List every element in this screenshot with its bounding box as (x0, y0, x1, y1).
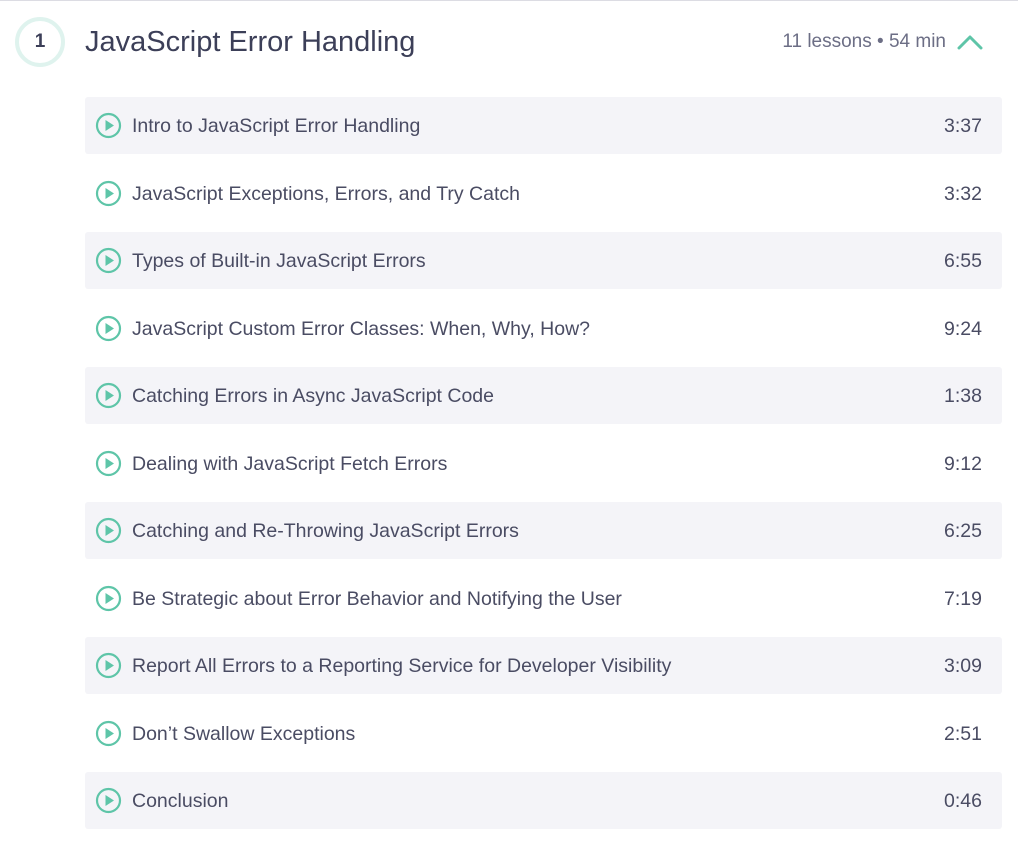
section-number-badge: 1 (15, 17, 65, 67)
lesson-duration: 3:09 (944, 655, 982, 677)
play-circle-icon[interactable] (95, 112, 122, 139)
lesson-title[interactable]: JavaScript Exceptions, Errors, and Try C… (132, 181, 520, 207)
lesson-duration: 3:37 (944, 115, 982, 137)
lesson-title[interactable]: Catching and Re-Throwing JavaScript Erro… (132, 518, 519, 544)
lesson-row-7[interactable]: Catching and Re-Throwing JavaScript Erro… (85, 502, 1002, 559)
lesson-title[interactable]: Don’t Swallow Exceptions (132, 721, 355, 747)
lesson-row-4[interactable]: JavaScript Custom Error Classes: When, W… (85, 300, 1002, 357)
lesson-title[interactable]: Be Strategic about Error Behavior and No… (132, 586, 622, 612)
lesson-duration: 2:51 (944, 722, 982, 745)
lesson-title[interactable]: Report All Errors to a Reporting Service… (132, 653, 671, 679)
chevron-up-icon (957, 35, 983, 50)
lesson-title[interactable]: Intro to JavaScript Error Handling (132, 113, 420, 139)
lesson-row-5[interactable]: Catching Errors in Async JavaScript Code… (85, 367, 1002, 424)
play-circle-icon[interactable] (95, 247, 122, 274)
play-circle-icon[interactable] (95, 180, 122, 207)
play-circle-icon[interactable] (95, 315, 122, 342)
section-title: JavaScript Error Handling (85, 26, 416, 58)
lesson-duration: 1:38 (944, 385, 982, 407)
lesson-duration: 0:46 (944, 790, 982, 812)
lesson-duration: 3:32 (944, 182, 982, 205)
lesson-row-3[interactable]: Types of Built-in JavaScript Errors 6:55 (85, 232, 1002, 289)
lesson-row-9[interactable]: Report All Errors to a Reporting Service… (85, 637, 1002, 694)
lesson-duration: 9:12 (944, 452, 982, 475)
lesson-title[interactable]: Types of Built-in JavaScript Errors (132, 248, 426, 274)
lesson-duration: 6:55 (944, 250, 982, 272)
lesson-title[interactable]: Conclusion (132, 788, 228, 814)
lesson-title[interactable]: JavaScript Custom Error Classes: When, W… (132, 316, 590, 342)
lesson-duration: 9:24 (944, 317, 982, 340)
play-circle-icon[interactable] (95, 382, 122, 409)
play-circle-icon[interactable] (95, 720, 122, 747)
section-meta: 11 lessons • 54 min (782, 31, 946, 52)
play-circle-icon[interactable] (95, 517, 122, 544)
play-circle-icon[interactable] (95, 787, 122, 814)
lesson-row-8[interactable]: Be Strategic about Error Behavior and No… (85, 570, 1002, 627)
collapse-toggle-button[interactable] (955, 28, 985, 56)
lesson-row-10[interactable]: Don’t Swallow Exceptions 2:51 (85, 705, 1002, 762)
play-circle-icon[interactable] (95, 652, 122, 679)
lesson-list: Intro to JavaScript Error Handling 3:37 … (85, 97, 1002, 840)
section-header[interactable]: 1 JavaScript Error Handling 11 lessons •… (0, 0, 1018, 86)
lesson-title[interactable]: Dealing with JavaScript Fetch Errors (132, 451, 447, 477)
play-circle-icon[interactable] (95, 585, 122, 612)
lesson-title[interactable]: Catching Errors in Async JavaScript Code (132, 383, 494, 409)
play-circle-icon[interactable] (95, 450, 122, 477)
lesson-duration: 7:19 (944, 587, 982, 610)
lesson-duration: 6:25 (944, 520, 982, 542)
lesson-row-11[interactable]: Conclusion 0:46 (85, 772, 1002, 829)
lesson-row-1[interactable]: Intro to JavaScript Error Handling 3:37 (85, 97, 1002, 154)
lesson-row-6[interactable]: Dealing with JavaScript Fetch Errors 9:1… (85, 435, 1002, 492)
lesson-row-2[interactable]: JavaScript Exceptions, Errors, and Try C… (85, 165, 1002, 222)
